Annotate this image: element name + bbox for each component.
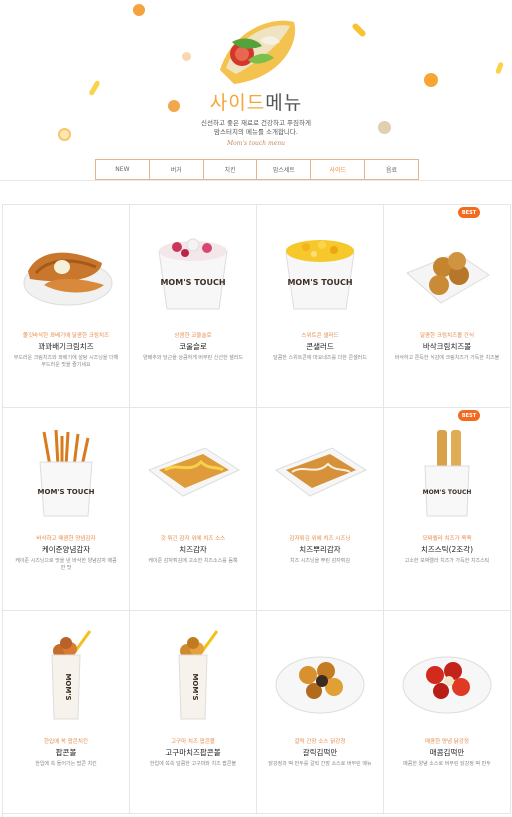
item-subtitle: 감자튀김 위에 치즈 시즈닝: [289, 536, 351, 542]
menu-card-cheese-seasoned-fries[interactable]: 감자튀김 위에 치즈 시즈닝 치즈뿌리감자 치즈 시즈닝을 뿌린 감자튀김: [257, 408, 384, 611]
menu-card-popcorn-ball[interactable]: MOM'S 한입에 쏙 팝콘치킨 팝콘볼 한입에 쏙 들어가는 팝콘 치킨: [3, 611, 130, 814]
item-subtitle: 스위트콘 샐러드: [301, 333, 339, 339]
cheese-fries-icon: [142, 426, 244, 518]
hero-header: 사이드메뉴 신선하고 좋은 재료로 건강하고 푸짐하게 맘스터치의 메뉴를 소개…: [0, 0, 512, 182]
item-description: 고소한 모짜렐라 치즈가 가득한 치즈스틱: [404, 558, 490, 564]
menu-card-garlic-chicken[interactable]: 갈릭 간장 소스 닭강정 갈릭김떡만 닭강정과 떡 만두를 갈릭 간장 소스로 …: [257, 611, 384, 814]
svg-text:MOM'S TOUCH: MOM'S TOUCH: [160, 278, 225, 287]
item-name: 콘샐러드: [306, 342, 334, 351]
orange-dot-decoration: [133, 4, 145, 16]
item-name: 코울슬로: [179, 342, 207, 351]
svg-text:MOM'S TOUCH: MOM'S TOUCH: [38, 488, 95, 496]
menu-card-cheese-fries[interactable]: 갓 튀긴 감자 위에 치즈 소스 치즈감자 케이준 감자튀김에 고소한 치즈소스…: [130, 408, 257, 611]
item-subtitle: 갓 튀긴 감자 위에 치즈 소스: [160, 536, 226, 542]
menu-grid: 쫄깃바삭한 꽈배기에 달콤한 크림치즈 꽈꽈배기크림치즈 부드러운 크림치즈와 …: [2, 204, 511, 817]
header-divider: [0, 180, 512, 181]
item-name: 치즈뿌리감자: [299, 545, 341, 554]
page-description: 신선하고 좋은 재료로 건강하고 푸짐하게 맘스터치의 메뉴를 소개합니다.: [0, 119, 512, 137]
twist-pastry-icon: [15, 223, 117, 315]
description-line-1: 신선하고 좋은 재료로 건강하고 푸짐하게: [201, 119, 311, 127]
item-name: 케이준양념감자: [41, 545, 91, 554]
fries-bag-icon: MOM'S TOUCH: [15, 426, 117, 518]
coleslaw-cup-icon: MOM'S TOUCH: [142, 223, 244, 315]
cheese-ball-icon: [396, 223, 498, 315]
svg-text:MOM'S: MOM'S: [191, 673, 199, 700]
tab-new[interactable]: NEW: [96, 160, 150, 179]
tab-drink[interactable]: 음료: [365, 160, 418, 179]
item-subtitle: 쫄깃바삭한 꽈배기에 달콤한 크림치즈: [22, 333, 110, 339]
yellow-bar-decoration: [495, 61, 504, 75]
spicy-chicken-icon: [396, 629, 498, 721]
item-name: 꽈꽈배기크림치즈: [38, 342, 94, 351]
item-subtitle: 상큼한 코울슬로: [174, 333, 212, 339]
item-name: 갈릭김떡만: [302, 748, 338, 757]
item-description: 바삭하고 쫀득한 식감에 크림치즈가 가득한 치즈볼: [394, 355, 500, 361]
item-description: 케이준 시즈닝으로 맛을 낸 바삭한 양념감자 매콤한 맛: [15, 558, 117, 571]
item-name: 팝콘볼: [55, 748, 77, 757]
item-description: 한입에 쏙쏙 달콤한 고구마와 치즈 팝콘볼: [149, 761, 237, 767]
corn-cup-icon: MOM'S TOUCH: [269, 223, 371, 315]
menu-card-cajun-fries[interactable]: MOM'S TOUCH 바삭하고 매콤한 양념감자 케이준양념감자 케이준 시즈…: [3, 408, 130, 611]
menu-card-coleslaw[interactable]: MOM'S TOUCH 상큼한 코울슬로 코울슬로 양배추와 당근을 상큼하게 …: [130, 205, 257, 408]
menu-card-twist-cheese[interactable]: 쫄깃바삭한 꽈배기에 달콤한 크림치즈 꽈꽈배기크림치즈 부드러운 크림치즈와 …: [3, 205, 130, 408]
svg-text:MOM'S TOUCH: MOM'S TOUCH: [423, 489, 472, 496]
orange-dot-decoration: [182, 52, 191, 61]
item-name: 바삭크림치즈볼: [422, 342, 472, 351]
item-subtitle: 갈릭 간장 소스 닭강정: [294, 739, 346, 745]
item-subtitle: 매콤한 양념 닭강정: [425, 739, 469, 745]
menu-card-cheese-stick[interactable]: BEST MOM'S TOUCH 모짜렐라 치즈가 쭉쭉 치즈스틱(2조각) 고…: [384, 408, 511, 611]
svg-text:MOM'S TOUCH: MOM'S TOUCH: [287, 278, 352, 287]
svg-text:MOM'S: MOM'S: [64, 673, 72, 700]
item-description: 치즈 시즈닝을 뿌린 감자튀김: [290, 558, 350, 564]
item-subtitle: 바삭하고 매콤한 양념감자: [36, 536, 96, 542]
item-description: 매콤한 양념 소스로 버무린 닭강정 떡 만두: [403, 761, 491, 767]
tab-side[interactable]: 사이드: [311, 160, 366, 179]
cheese-stick-icon: MOM'S TOUCH: [396, 426, 498, 518]
item-name: 매콤김떡만: [429, 748, 465, 757]
item-subtitle: 모짜렐라 치즈가 쭉쭉: [422, 536, 472, 542]
item-subtitle: 한입에 쏙 팝콘치킨: [44, 739, 88, 745]
page-title: 사이드메뉴: [0, 88, 512, 115]
menu-category-tabs: NEW 버거 치킨 맘스세트 사이드 음료: [95, 159, 419, 180]
item-subtitle: 고구마 치즈 팝콘볼: [171, 739, 215, 745]
menu-card-corn-salad[interactable]: MOM'S TOUCH 스위트콘 샐러드 콘샐러드 달콤한 스위트콘에 마요네즈…: [257, 205, 384, 408]
item-description: 닭강정과 떡 만두를 갈릭 간장 소스로 버무린 메뉴: [268, 761, 372, 767]
popcorn-cup-icon: MOM'S: [15, 629, 117, 721]
sweetpotato-cup-icon: MOM'S: [142, 629, 244, 721]
item-name: 고구마치즈팝콘볼: [165, 748, 221, 757]
menu-card-sweet-potato-popcorn[interactable]: MOM'S 고구마 치즈 팝콘볼 고구마치즈팝콘볼 한입에 쏙쏙 달콤한 고구마…: [130, 611, 257, 814]
item-name: 치즈감자: [179, 545, 207, 554]
item-description: 케이준 감자튀김에 고소한 치즈소스를 듬뿍: [148, 558, 238, 564]
garlic-chicken-icon: [269, 629, 371, 721]
item-description: 달콤한 스위트콘에 마요네즈를 더한 콘샐러드: [273, 355, 367, 361]
tab-chicken[interactable]: 치킨: [204, 160, 258, 179]
item-description: 한입에 쏙 들어가는 팝콘 치킨: [35, 761, 97, 767]
description-line-2: 맘스터치의 메뉴를 소개합니다.: [214, 128, 298, 136]
signature-text: Mom's touch menu: [226, 140, 286, 147]
title-rest: 메뉴: [265, 92, 303, 114]
item-description: 양배추와 당근을 상큼하게 버무린 신선한 샐러드: [143, 355, 243, 361]
menu-card-cheese-ball[interactable]: BEST 달콤한 크림치즈볼 간식 바삭크림치즈볼 바삭하고 쫀득한 식감에 크…: [384, 205, 511, 408]
item-name: 치즈스틱(2조각): [420, 545, 474, 554]
yellow-bar-decoration: [351, 22, 367, 38]
orange-dot-decoration: [424, 73, 438, 87]
tab-burger[interactable]: 버거: [150, 160, 204, 179]
item-description: 부드러운 크림치즈와 꽈배기에 설탕 시즈닝을 더해 부드러운 맛을 즐기세요: [13, 355, 119, 368]
wrap-sandwich-icon: [212, 12, 302, 88]
title-highlight: 사이드: [209, 92, 266, 114]
tab-set[interactable]: 맘스세트: [257, 160, 312, 179]
menu-card-spicy-chicken[interactable]: 매콤한 양념 닭강정 매콤김떡만 매콤한 양념 소스로 버무린 닭강정 떡 만두: [384, 611, 511, 814]
best-badge: BEST: [458, 207, 480, 218]
best-badge: BEST: [458, 410, 480, 421]
seasoned-fries-icon: [269, 426, 371, 518]
item-subtitle: 달콤한 크림치즈볼 간식: [419, 333, 475, 339]
